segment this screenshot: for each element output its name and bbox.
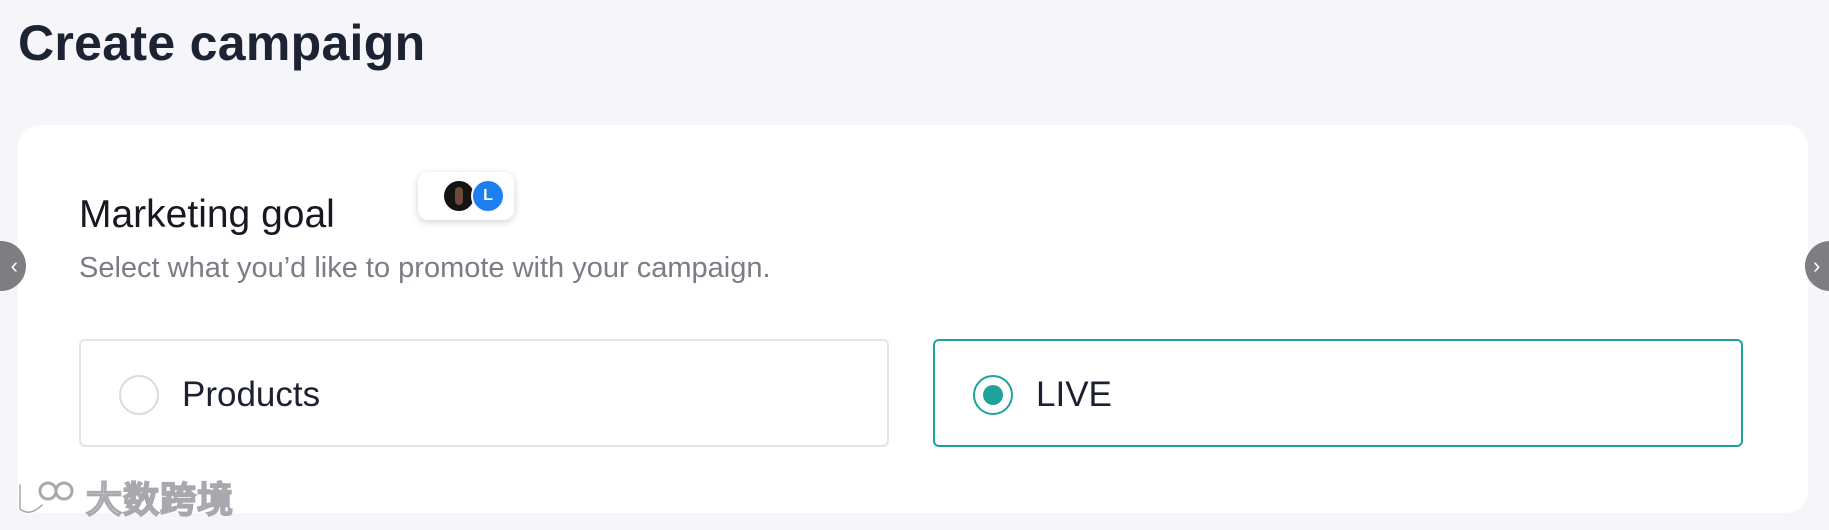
radio-button-unchecked[interactable] [119,375,159,415]
watermark: 大数跨境 [12,472,234,522]
goal-option-label: Products [182,375,321,414]
marketing-goal-card: Marketing goal L Select what you’d like … [18,125,1808,513]
person-icon [455,187,463,205]
section-title: Marketing goal [79,193,335,236]
chevron-right-icon: › [1813,253,1821,278]
page-title: Create campaign [18,15,426,71]
avatar: L [471,179,505,213]
chevron-left-icon: ‹ [10,253,18,278]
create-campaign-page: Create campaign Marketing goal L Select … [0,0,1829,530]
goal-option-products[interactable]: Products [79,339,889,447]
collaborators-badge[interactable]: L [418,172,514,220]
section-subtitle: Select what you’d like to promote with y… [79,252,771,284]
next-arrow-button[interactable]: › [1805,241,1829,291]
goal-option-label: LIVE [1036,375,1112,414]
watermark-text: 大数跨境 [85,478,235,521]
radio-dot [983,385,1003,405]
goal-option-live[interactable]: LIVE [933,339,1743,447]
radio-button-checked[interactable] [973,375,1013,415]
watermark-logo-icon [17,481,74,515]
